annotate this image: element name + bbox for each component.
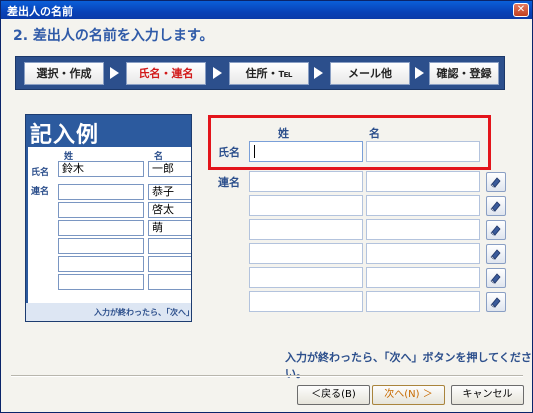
renmei-mei-input[interactable] <box>366 171 480 192</box>
step-select[interactable]: 選択・作成 <box>24 62 104 85</box>
step-navigation: 選択・作成 氏名・連名 住所・℡ メール他 確認・登録 <box>15 56 505 90</box>
eraser-icon <box>490 297 501 308</box>
text-caret <box>254 145 255 158</box>
example-renmei-mei <box>148 274 191 290</box>
renmei-sei-input[interactable] <box>249 243 363 264</box>
renmei-sei-input[interactable] <box>249 219 363 240</box>
renmei-mei-input[interactable] <box>366 219 480 240</box>
eraser-icon <box>490 249 501 260</box>
example-renmei-mei: 啓太 <box>148 202 191 218</box>
example-mei-box: 一郎 <box>148 161 191 177</box>
step-arrow-icon <box>314 67 323 79</box>
eraser-icon <box>490 177 501 188</box>
clear-row-button[interactable] <box>486 292 506 312</box>
cancel-button[interactable]: キャンセル <box>451 385 524 405</box>
close-button[interactable]: ✕ <box>513 3 529 17</box>
back-button[interactable]: ＜戻る(B) <box>297 385 370 405</box>
example-footer: 入力が終わったら、「次へ」ボ <box>26 303 191 321</box>
example-renmei-mei <box>148 238 191 254</box>
example-renmei-sei <box>58 238 144 254</box>
window-title: 差出人の名前 <box>7 5 73 18</box>
example-renmei-mei: 萌 <box>148 220 191 236</box>
mei-label: 名 <box>369 127 380 140</box>
renmei-label: 連名 <box>218 176 240 189</box>
renmei-mei-input[interactable] <box>366 243 480 264</box>
step-arrow-icon <box>110 67 119 79</box>
example-form: 姓 名 氏名 鈴木 一郎 連名 恭子 啓太 萌 <box>28 147 191 321</box>
step-address[interactable]: 住所・℡ <box>229 62 309 85</box>
renmei-sei-input[interactable] <box>249 267 363 288</box>
step-arrow-icon <box>415 67 424 79</box>
clear-row-button[interactable] <box>486 196 506 216</box>
step-mail[interactable]: メール他 <box>330 62 410 85</box>
separator <box>11 375 523 377</box>
next-button[interactable]: 次へ(N) ＞ <box>372 385 445 405</box>
example-sei-box: 鈴木 <box>58 161 144 177</box>
example-renmei-sei <box>58 256 144 272</box>
example-renmei-sei <box>58 202 144 218</box>
eraser-icon <box>490 225 501 236</box>
title-bar: 差出人の名前 ✕ <box>1 1 532 19</box>
page-title: 2. 差出人の名前を入力します。 <box>13 28 214 44</box>
renmei-sei-input[interactable] <box>249 171 363 192</box>
sei-input[interactable] <box>249 141 363 162</box>
clear-row-button[interactable] <box>486 268 506 288</box>
clear-row-button[interactable] <box>486 244 506 264</box>
renmei-mei-input[interactable] <box>366 291 480 312</box>
example-title: 記入例 <box>30 123 100 148</box>
step-confirm[interactable]: 確認・登録 <box>429 62 499 85</box>
example-renmei-label: 連名 <box>31 187 50 197</box>
renmei-mei-input[interactable] <box>366 195 480 216</box>
example-renmei-mei: 恭子 <box>148 184 191 200</box>
mei-input[interactable] <box>366 141 480 162</box>
example-panel: 記入例 姓 名 氏名 鈴木 一郎 連名 恭子 啓太 萌 入力が終わったら、「次へ… <box>25 114 192 322</box>
sei-label: 姓 <box>278 127 289 140</box>
renmei-sei-input[interactable] <box>249 195 363 216</box>
example-renmei-sei <box>58 274 144 290</box>
shimei-label: 氏名 <box>218 146 240 159</box>
step-name[interactable]: 氏名・連名 <box>126 62 206 85</box>
example-renmei-sei <box>58 184 144 200</box>
renmei-sei-input[interactable] <box>249 291 363 312</box>
clear-row-button[interactable] <box>486 172 506 192</box>
clear-row-button[interactable] <box>486 220 506 240</box>
dialog-window: 差出人の名前 ✕ 2. 差出人の名前を入力します。 選択・作成 氏名・連名 住所… <box>0 0 533 413</box>
eraser-icon <box>490 273 501 284</box>
eraser-icon <box>490 201 501 212</box>
step-arrow-icon <box>213 67 222 79</box>
example-renmei-sei <box>58 220 144 236</box>
example-renmei-mei <box>148 256 191 272</box>
renmei-mei-input[interactable] <box>366 267 480 288</box>
example-shimei-label: 氏名 <box>31 168 50 178</box>
